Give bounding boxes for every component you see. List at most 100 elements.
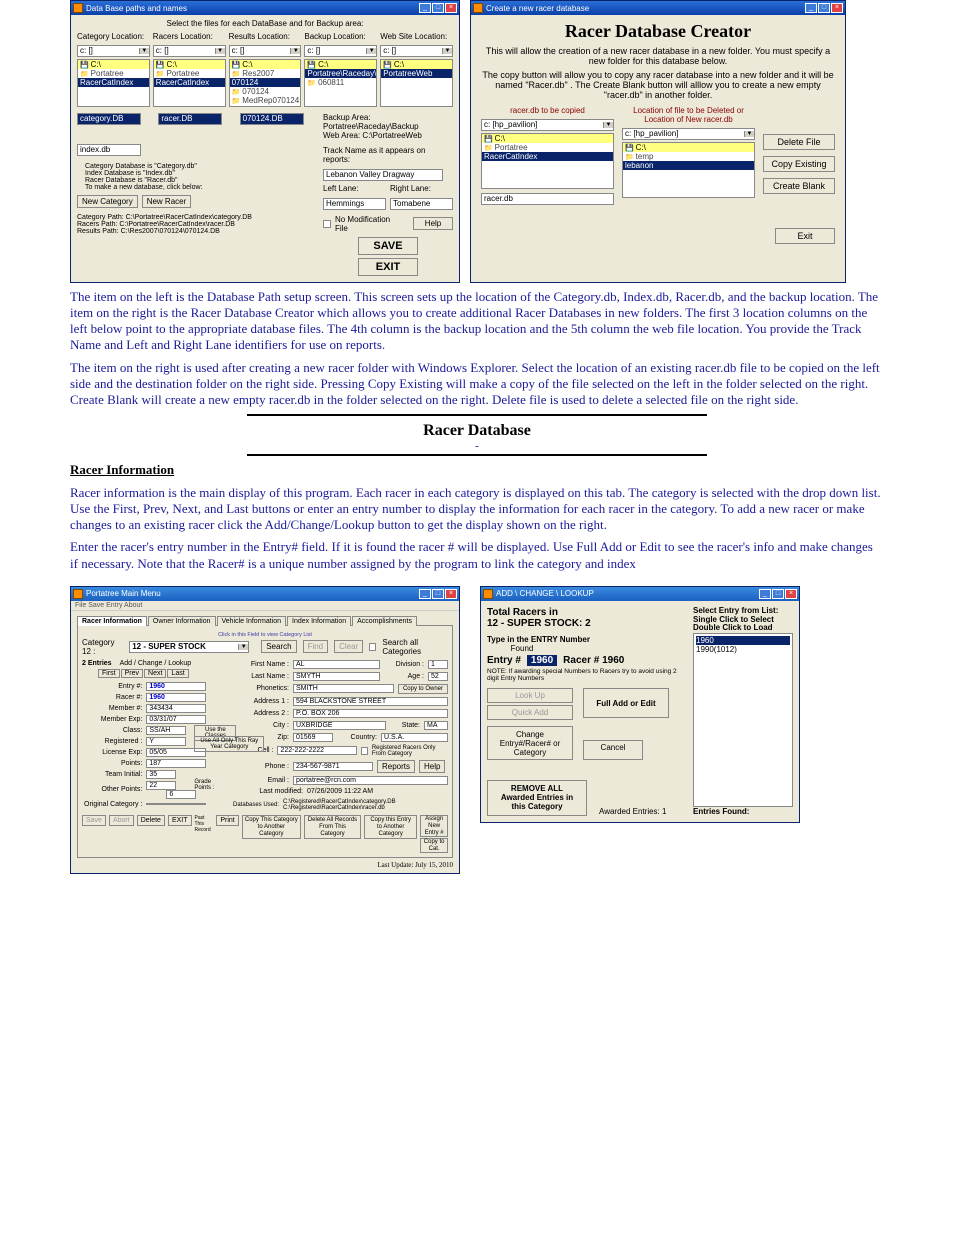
address1-field[interactable]: 594 BLACKSTONE STREET bbox=[293, 697, 448, 706]
titlebar[interactable]: Data Base paths and names _ □ × bbox=[71, 1, 459, 15]
right-lane-input[interactable]: Tomabene bbox=[390, 198, 453, 210]
source-tree[interactable]: C:\ Portatree RacerCatIndex bbox=[481, 133, 614, 189]
grade-points-field[interactable]: 6 bbox=[166, 790, 196, 799]
titlebar[interactable]: ADD \ CHANGE \ LOOKUP _ □ × bbox=[481, 587, 799, 601]
next-button[interactable]: Next bbox=[144, 669, 166, 678]
new-category-button[interactable]: New Category bbox=[77, 195, 138, 208]
registered-only-checkbox[interactable] bbox=[361, 747, 367, 755]
last-button[interactable]: Last bbox=[167, 669, 188, 678]
age-field[interactable]: 52 bbox=[428, 672, 448, 681]
phone-field[interactable]: 234-567-9871 bbox=[293, 762, 373, 771]
tab-index-info[interactable]: Index Information bbox=[287, 616, 351, 626]
copy-category-button[interactable]: Copy This Category to Another Category bbox=[242, 815, 301, 839]
exit-button[interactable]: EXIT bbox=[358, 258, 418, 276]
close-icon[interactable]: × bbox=[445, 589, 457, 599]
no-modification-checkbox[interactable] bbox=[323, 220, 331, 228]
create-blank-button[interactable]: Create Blank bbox=[763, 178, 835, 194]
category-combo[interactable]: 12 - SUPER STOCK▼ bbox=[129, 641, 249, 653]
tab-racer-info[interactable]: Racer Information bbox=[77, 616, 147, 626]
close-icon[interactable]: × bbox=[831, 3, 843, 13]
copy-entry-button[interactable]: Copy this Entry to Another Category bbox=[364, 815, 417, 839]
first-button[interactable]: First bbox=[98, 669, 120, 678]
help-button[interactable]: Help bbox=[413, 217, 453, 230]
website-tree[interactable]: C:\ PortatreeWeb bbox=[380, 59, 453, 107]
search-all-checkbox[interactable] bbox=[369, 643, 376, 651]
results-drive-combo[interactable]: c: []▼ bbox=[229, 45, 302, 57]
minimize-icon[interactable]: _ bbox=[759, 589, 771, 599]
member-exp-field[interactable]: 03/31/07 bbox=[146, 715, 206, 724]
tab-owner-info[interactable]: Owner Information bbox=[148, 616, 216, 626]
minimize-icon[interactable]: _ bbox=[805, 3, 817, 13]
last-name-field[interactable]: SMYTH bbox=[293, 672, 380, 681]
abort-button[interactable]: Abort bbox=[109, 815, 134, 826]
delete-file-button[interactable]: Delete File bbox=[763, 134, 835, 150]
maximize-icon[interactable]: □ bbox=[772, 589, 784, 599]
cancel-button[interactable]: Cancel bbox=[583, 740, 643, 760]
maximize-icon[interactable]: □ bbox=[432, 589, 444, 599]
prev-button[interactable]: Prev bbox=[121, 669, 143, 678]
change-entry-button[interactable]: Change Entry#/Racer# or Category bbox=[487, 726, 573, 760]
email-field[interactable]: portatree@rcn.com bbox=[293, 776, 448, 785]
new-racer-button[interactable]: New Racer bbox=[142, 195, 192, 208]
racers-drive-combo[interactable]: c: []▼ bbox=[153, 45, 226, 57]
help-button[interactable]: Help bbox=[419, 760, 445, 773]
orig-category-field[interactable] bbox=[146, 803, 206, 805]
rayyear-sidebox[interactable]: Use All Only This Ray Year Category bbox=[194, 736, 264, 752]
points-field[interactable]: 187 bbox=[146, 759, 206, 768]
maximize-icon[interactable]: □ bbox=[818, 3, 830, 13]
remove-all-button[interactable]: REMOVE ALL Awarded Entries in this Categ… bbox=[487, 780, 587, 816]
racer-db-file[interactable]: racer.DB bbox=[158, 113, 222, 125]
backup-drive-combo[interactable]: c: []▼ bbox=[304, 45, 377, 57]
dest-tree[interactable]: C:\ temp lebanon bbox=[622, 142, 755, 198]
source-file[interactable]: racer.db bbox=[481, 193, 614, 205]
tab-accomplishments[interactable]: Accomplishments bbox=[352, 616, 417, 626]
clear-button[interactable]: Clear bbox=[334, 640, 363, 653]
results-tree[interactable]: C:\ Res2007 070124 070124 MedRep070124 t… bbox=[229, 59, 302, 107]
entry-num-field[interactable]: 1960 bbox=[146, 682, 206, 691]
copy-existing-button[interactable]: Copy Existing bbox=[763, 156, 835, 172]
website-drive-combo[interactable]: c: []▼ bbox=[380, 45, 453, 57]
search-button[interactable]: Search bbox=[261, 640, 296, 653]
address2-field[interactable]: P.O. BOX 206 bbox=[293, 709, 448, 718]
entry-num-field[interactable]: 1960 bbox=[527, 655, 557, 666]
dest-drive-combo[interactable]: c: [hp_pavilion]▼ bbox=[622, 128, 755, 140]
close-icon[interactable]: × bbox=[445, 3, 457, 13]
first-name-field[interactable]: AL bbox=[293, 660, 380, 669]
state-field[interactable]: MA bbox=[424, 721, 448, 730]
team-initial-field[interactable]: 35 bbox=[146, 770, 176, 779]
delete-all-records-button[interactable]: Delete All Records From This Category bbox=[304, 815, 361, 839]
full-add-edit-button[interactable]: Full Add or Edit bbox=[583, 688, 669, 718]
zip-field[interactable]: 01569 bbox=[293, 733, 333, 742]
find-button[interactable]: Find bbox=[303, 640, 329, 653]
entry-listbox[interactable]: 1960 1990(1012) bbox=[693, 633, 793, 806]
maximize-icon[interactable]: □ bbox=[432, 3, 444, 13]
menu-bar[interactable]: File Save Entry About bbox=[71, 601, 459, 611]
delete-button[interactable]: Delete bbox=[137, 815, 165, 826]
left-lane-input[interactable]: Hemmings bbox=[323, 198, 386, 210]
minimize-icon[interactable]: _ bbox=[419, 589, 431, 599]
other-points-field[interactable]: 22 bbox=[146, 781, 176, 790]
exit-button[interactable]: EXIT bbox=[168, 815, 192, 826]
category-drive-combo[interactable]: c: []▼ bbox=[77, 45, 150, 57]
class-field[interactable]: SS/AH bbox=[146, 726, 186, 735]
city-field[interactable]: UXBRIDGE bbox=[293, 721, 386, 730]
titlebar[interactable]: Portatree Main Menu _ □ × bbox=[71, 587, 459, 601]
list-item[interactable]: 1960 bbox=[696, 636, 790, 645]
print-button[interactable]: Print bbox=[216, 815, 238, 826]
track-name-input[interactable]: Lebanon Valley Dragway bbox=[323, 169, 443, 181]
category-tree[interactable]: C:\ Portatree RacerCatIndex bbox=[77, 59, 150, 107]
exit-button[interactable]: Exit bbox=[775, 228, 835, 244]
results-db-file[interactable]: 070124.DB bbox=[240, 113, 304, 125]
close-icon[interactable]: × bbox=[785, 589, 797, 599]
source-drive-combo[interactable]: c: [hp_pavilion]▼ bbox=[481, 119, 614, 131]
save-button[interactable]: SAVE bbox=[358, 237, 418, 255]
index-db-file[interactable]: index.db bbox=[77, 144, 141, 156]
tab-vehicle-info[interactable]: Vehicle Information bbox=[217, 616, 287, 626]
cell-field[interactable]: 222-222-2222 bbox=[277, 746, 357, 755]
division-field[interactable]: 1 bbox=[428, 660, 448, 669]
registered-field[interactable]: Y bbox=[146, 737, 186, 746]
category-db-file[interactable]: category.DB bbox=[77, 113, 141, 125]
backup-tree[interactable]: C:\ Portatree\Raceday\Backu 060811 bbox=[304, 59, 377, 107]
copy-to-cat-button[interactable]: Copy to Cat. bbox=[420, 838, 448, 853]
assign-new-entry-button[interactable]: Assign New Entry # bbox=[420, 815, 448, 837]
